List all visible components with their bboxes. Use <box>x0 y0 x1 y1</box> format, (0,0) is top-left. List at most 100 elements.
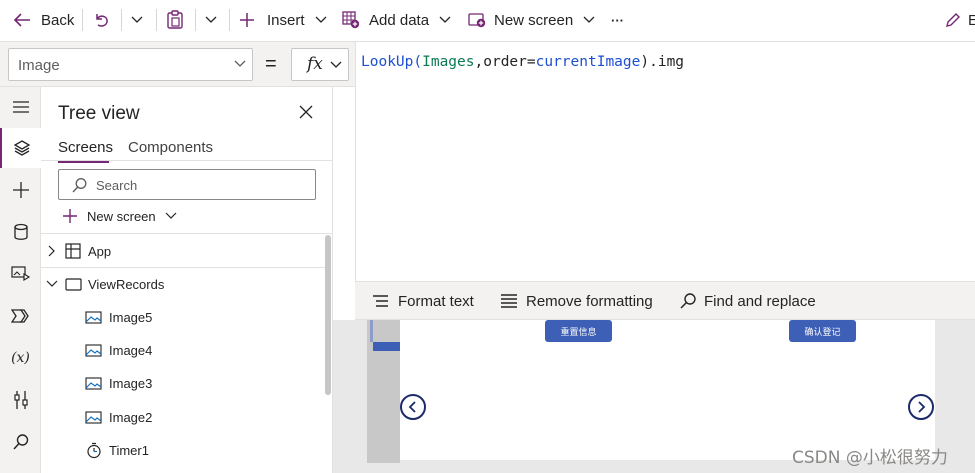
database-icon <box>13 223 28 240</box>
tree-node-label: Timer1 <box>109 443 149 458</box>
chevron-down-icon <box>46 280 58 287</box>
hamburger-icon <box>12 101 29 113</box>
data-rail-button[interactable] <box>0 212 41 252</box>
active-tab-indicator <box>58 161 109 163</box>
back-button[interactable]: Back <box>12 0 74 40</box>
insert-label: Insert <box>267 11 305 29</box>
tree-node-image5[interactable]: Image5 <box>41 301 323 334</box>
back-arrow-icon <box>13 13 30 27</box>
new-screen-icon <box>468 13 486 28</box>
remove-formatting-button[interactable]: Remove formatting <box>500 282 653 320</box>
fx-button[interactable]: fx <box>291 48 349 81</box>
confirm-register-button[interactable]: 确认登记 <box>789 320 856 342</box>
chevron-right-icon <box>918 401 926 413</box>
undo-button[interactable] <box>92 0 110 40</box>
insert-button[interactable]: Insert <box>238 0 328 40</box>
tree-node-viewrecords[interactable]: ViewRecords <box>41 268 323 301</box>
remove-formatting-label: Remove formatting <box>526 292 653 310</box>
menu-button[interactable] <box>0 87 41 127</box>
format-text-label: Format text <box>398 292 474 310</box>
image-icon <box>85 377 102 390</box>
canvas-marker <box>370 320 373 342</box>
reset-info-button[interactable]: 重置信息 <box>545 320 612 342</box>
power-automate-rail-button[interactable] <box>0 296 41 336</box>
layers-icon <box>13 140 30 156</box>
watermark: CSDN @小松很努力 <box>792 448 948 468</box>
tab-divider <box>41 160 333 161</box>
tree-node-image2[interactable]: Image2 <box>41 401 323 434</box>
media-icon <box>10 266 30 282</box>
media-rail-button[interactable] <box>0 254 41 294</box>
find-replace-button[interactable]: Find and replace <box>679 282 816 320</box>
tree-node-image4[interactable]: Image4 <box>41 334 323 367</box>
next-button[interactable] <box>908 394 934 420</box>
search-icon <box>12 434 28 450</box>
chevron-down-icon <box>315 16 326 23</box>
previous-button[interactable] <box>400 394 426 420</box>
clipboard-icon <box>167 10 183 29</box>
remove-formatting-icon <box>501 294 517 308</box>
tab-screens-label: Screens <box>58 139 114 156</box>
tree-scrollbar[interactable] <box>325 235 331 395</box>
chevron-down-icon <box>165 212 177 219</box>
tree-node-label: Image3 <box>109 376 153 391</box>
chevron-left-icon <box>408 401 416 413</box>
edit-button[interactable]: E <box>944 0 975 40</box>
tree-node-label: Image4 <box>109 343 153 358</box>
paste-button[interactable] <box>166 0 184 40</box>
tab-components[interactable]: Components <box>128 139 213 156</box>
formula-token: LookUp( <box>361 54 423 70</box>
plus-icon <box>240 13 254 27</box>
formula-token: Images <box>422 54 475 70</box>
new-screen-tree-button[interactable]: New screen <box>62 208 177 224</box>
insert-rail-button[interactable] <box>0 170 41 210</box>
search-placeholder: Search <box>96 178 138 193</box>
undo-dropdown[interactable] <box>130 0 144 40</box>
tree-node-label: Image2 <box>109 410 153 425</box>
formula-editor[interactable]: LookUp(Images,order=currentImage).img <box>355 42 975 282</box>
property-value: Image <box>18 57 60 74</box>
paste-dropdown[interactable] <box>204 0 218 40</box>
tree-node-label: App <box>88 244 112 259</box>
formula-text[interactable]: LookUp(Images,order=currentImage).img <box>361 54 684 70</box>
search-icon <box>72 178 87 193</box>
power-automate-icon <box>10 309 29 323</box>
chevron-down-icon <box>583 16 595 23</box>
variables-rail-button[interactable]: (x) <box>0 338 41 378</box>
new-screen-label: New screen <box>494 11 574 29</box>
add-data-label: Add data <box>369 11 430 29</box>
chevron-right-icon <box>48 245 55 257</box>
pencil-icon <box>946 13 960 27</box>
tree-search-input[interactable]: Search <box>58 169 316 200</box>
chevron-down-icon <box>439 16 451 23</box>
plus-icon <box>63 209 77 223</box>
property-dropdown[interactable]: Image <box>8 48 253 81</box>
tab-screens[interactable]: Screens <box>58 139 114 163</box>
format-text-button[interactable]: Format text <box>372 282 474 320</box>
chevron-down-icon <box>131 16 143 23</box>
plus-icon <box>12 182 29 198</box>
more-button[interactable]: ··· <box>611 0 624 40</box>
search-icon <box>680 293 696 309</box>
variables-icon: (x) <box>11 350 30 366</box>
image-icon <box>85 411 102 424</box>
formula-token: currentImage <box>535 54 641 70</box>
tree-node-app[interactable]: App <box>41 235 323 268</box>
tree-node-image3[interactable]: Image3 <box>41 367 323 400</box>
advanced-tools-rail-button[interactable] <box>0 380 41 420</box>
list-divider <box>41 233 333 234</box>
fx-icon: fx <box>307 54 323 74</box>
image-icon <box>85 311 102 324</box>
new-screen-button[interactable]: New screen <box>468 0 596 40</box>
search-rail-button[interactable] <box>0 422 41 462</box>
tree-view-title: Tree view <box>58 103 140 124</box>
close-button[interactable] <box>298 104 314 120</box>
tree-view-button[interactable] <box>0 128 41 168</box>
formula-token: ).img <box>640 54 685 70</box>
chevron-down-icon <box>330 61 342 68</box>
tree-node-timer1[interactable]: Timer1 <box>41 434 323 467</box>
add-data-button[interactable]: Add data <box>342 0 452 40</box>
formula-toolbar: Format text Remove formatting Find and r… <box>355 282 975 320</box>
close-icon <box>299 105 313 119</box>
tree-node-label: Image5 <box>109 310 153 325</box>
